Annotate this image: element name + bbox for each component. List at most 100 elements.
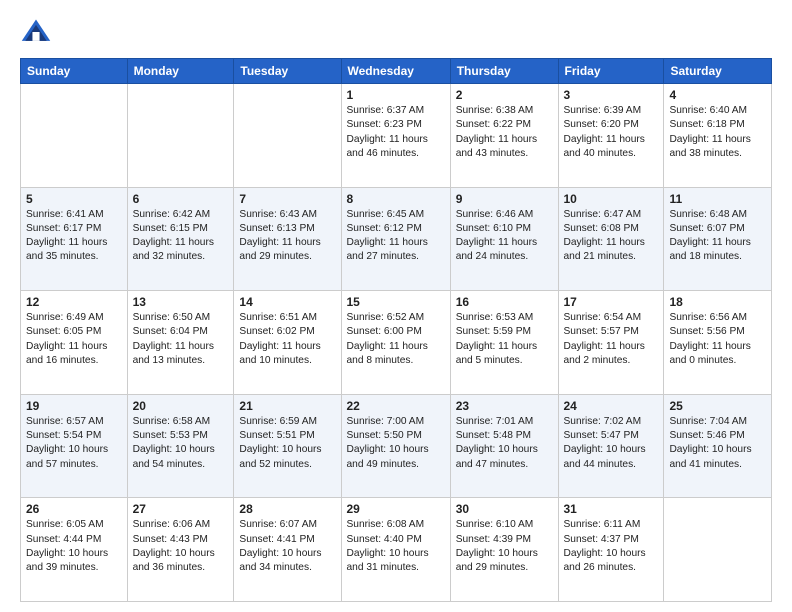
calendar-cell: 2 Sunrise: 6:38 AM Sunset: 6:22 PM Daylig… <box>450 84 558 188</box>
day-info: Sunrise: 6:58 AM Sunset: 5:53 PM Dayligh… <box>133 415 229 472</box>
day-info: Sunrise: 6:49 AM Sunset: 6:05 PM Dayligh… <box>26 311 122 368</box>
calendar-day-header: Friday <box>558 59 664 84</box>
calendar-cell: 3 Sunrise: 6:39 AM Sunset: 6:20 PM Daylig… <box>558 84 664 188</box>
logo <box>20 16 56 48</box>
calendar-cell: 16 Sunrise: 6:53 AM Sunset: 5:59 PM Dayli… <box>450 291 558 395</box>
day-info: Sunrise: 6:40 AM Sunset: 6:18 PM Dayligh… <box>669 104 766 161</box>
calendar-cell: 11 Sunrise: 6:48 AM Sunset: 6:07 PM Dayli… <box>664 187 772 291</box>
day-info: Sunrise: 6:39 AM Sunset: 6:20 PM Dayligh… <box>564 104 659 161</box>
day-number: 28 <box>239 502 335 516</box>
day-info: Sunrise: 6:10 AM Sunset: 4:39 PM Dayligh… <box>456 518 553 575</box>
page: SundayMondayTuesdayWednesdayThursdayFrid… <box>0 0 792 612</box>
day-number: 20 <box>133 399 229 413</box>
calendar-cell: 6Sunrise: 6:42 AM Sunset: 6:15 PM Daylig… <box>127 187 234 291</box>
calendar-cell: 21 Sunrise: 6:59 AM Sunset: 5:51 PM Dayli… <box>234 394 341 498</box>
calendar-cell: 25 Sunrise: 7:04 AM Sunset: 5:46 PM Dayli… <box>664 394 772 498</box>
day-info: Sunrise: 6:54 AM Sunset: 5:57 PM Dayligh… <box>564 311 659 368</box>
calendar-cell: 14 Sunrise: 6:51 AM Sunset: 6:02 PM Dayli… <box>234 291 341 395</box>
calendar-cell: 19 Sunrise: 6:57 AM Sunset: 5:54 PM Dayli… <box>21 394 128 498</box>
day-number: 11 <box>669 192 766 206</box>
calendar-cell: 22 Sunrise: 7:00 AM Sunset: 5:50 PM Dayli… <box>341 394 450 498</box>
logo-icon <box>20 16 52 48</box>
day-number: 26 <box>26 502 122 516</box>
calendar-day-header: Sunday <box>21 59 128 84</box>
day-info: Sunrise: 6:42 AM Sunset: 6:15 PM Dayligh… <box>133 208 229 265</box>
calendar-cell: 31 Sunrise: 6:11 AM Sunset: 4:37 PM Dayli… <box>558 498 664 602</box>
day-number: 2 <box>456 88 553 102</box>
day-number: 25 <box>669 399 766 413</box>
day-info: Sunrise: 6:47 AM Sunset: 6:08 PM Dayligh… <box>564 208 659 265</box>
day-info: Sunrise: 6:46 AM Sunset: 6:10 PM Dayligh… <box>456 208 553 265</box>
calendar-table: SundayMondayTuesdayWednesdayThursdayFrid… <box>20 58 772 602</box>
calendar-day-header: Saturday <box>664 59 772 84</box>
calendar-cell: 17 Sunrise: 6:54 AM Sunset: 5:57 PM Dayli… <box>558 291 664 395</box>
day-info: Sunrise: 6:38 AM Sunset: 6:22 PM Dayligh… <box>456 104 553 161</box>
day-number: 18 <box>669 295 766 309</box>
day-info: Sunrise: 7:00 AM Sunset: 5:50 PM Dayligh… <box>347 415 445 472</box>
day-number: 10 <box>564 192 659 206</box>
calendar-cell: 20 Sunrise: 6:58 AM Sunset: 5:53 PM Dayli… <box>127 394 234 498</box>
day-number: 7 <box>239 192 335 206</box>
day-number: 17 <box>564 295 659 309</box>
day-number: 27 <box>133 502 229 516</box>
day-info: Sunrise: 6:11 AM Sunset: 4:37 PM Dayligh… <box>564 518 659 575</box>
day-number: 24 <box>564 399 659 413</box>
day-number: 29 <box>347 502 445 516</box>
calendar-week-row: 26 Sunrise: 6:05 AM Sunset: 4:44 PM Dayli… <box>21 498 772 602</box>
day-info: Sunrise: 6:59 AM Sunset: 5:51 PM Dayligh… <box>239 415 335 472</box>
day-number: 4 <box>669 88 766 102</box>
calendar-week-row: 12 Sunrise: 6:49 AM Sunset: 6:05 PM Dayli… <box>21 291 772 395</box>
header <box>20 16 772 48</box>
day-info: Sunrise: 6:56 AM Sunset: 5:56 PM Dayligh… <box>669 311 766 368</box>
calendar-cell: 9 Sunrise: 6:46 AM Sunset: 6:10 PM Daylig… <box>450 187 558 291</box>
calendar-week-row: 1Sunrise: 6:37 AM Sunset: 6:23 PM Daylig… <box>21 84 772 188</box>
calendar-cell: 12 Sunrise: 6:49 AM Sunset: 6:05 PM Dayli… <box>21 291 128 395</box>
calendar-cell: 7 Sunrise: 6:43 AM Sunset: 6:13 PM Daylig… <box>234 187 341 291</box>
calendar-cell: 24 Sunrise: 7:02 AM Sunset: 5:47 PM Dayli… <box>558 394 664 498</box>
day-info: Sunrise: 6:52 AM Sunset: 6:00 PM Dayligh… <box>347 311 445 368</box>
day-number: 5 <box>26 192 122 206</box>
day-info: Sunrise: 6:51 AM Sunset: 6:02 PM Dayligh… <box>239 311 335 368</box>
calendar-week-row: 19 Sunrise: 6:57 AM Sunset: 5:54 PM Dayli… <box>21 394 772 498</box>
calendar-day-header: Wednesday <box>341 59 450 84</box>
day-number: 3 <box>564 88 659 102</box>
day-info: Sunrise: 6:05 AM Sunset: 4:44 PM Dayligh… <box>26 518 122 575</box>
calendar-cell: 15Sunrise: 6:52 AM Sunset: 6:00 PM Dayli… <box>341 291 450 395</box>
day-info: Sunrise: 6:53 AM Sunset: 5:59 PM Dayligh… <box>456 311 553 368</box>
day-number: 14 <box>239 295 335 309</box>
day-info: Sunrise: 7:01 AM Sunset: 5:48 PM Dayligh… <box>456 415 553 472</box>
calendar-cell <box>21 84 128 188</box>
day-number: 12 <box>26 295 122 309</box>
day-number: 9 <box>456 192 553 206</box>
day-info: Sunrise: 7:04 AM Sunset: 5:46 PM Dayligh… <box>669 415 766 472</box>
calendar-cell: 4 Sunrise: 6:40 AM Sunset: 6:18 PM Daylig… <box>664 84 772 188</box>
day-number: 23 <box>456 399 553 413</box>
calendar-cell <box>127 84 234 188</box>
calendar-header-row: SundayMondayTuesdayWednesdayThursdayFrid… <box>21 59 772 84</box>
calendar-cell: 23 Sunrise: 7:01 AM Sunset: 5:48 PM Dayli… <box>450 394 558 498</box>
day-number: 13 <box>133 295 229 309</box>
day-info: Sunrise: 6:07 AM Sunset: 4:41 PM Dayligh… <box>239 518 335 575</box>
calendar-cell: 26 Sunrise: 6:05 AM Sunset: 4:44 PM Dayli… <box>21 498 128 602</box>
calendar-day-header: Thursday <box>450 59 558 84</box>
day-number: 31 <box>564 502 659 516</box>
calendar-cell: 30Sunrise: 6:10 AM Sunset: 4:39 PM Dayli… <box>450 498 558 602</box>
calendar-cell: 1Sunrise: 6:37 AM Sunset: 6:23 PM Daylig… <box>341 84 450 188</box>
calendar-cell: 29Sunrise: 6:08 AM Sunset: 4:40 PM Dayli… <box>341 498 450 602</box>
calendar-cell: 8Sunrise: 6:45 AM Sunset: 6:12 PM Daylig… <box>341 187 450 291</box>
day-info: Sunrise: 6:50 AM Sunset: 6:04 PM Dayligh… <box>133 311 229 368</box>
day-info: Sunrise: 6:06 AM Sunset: 4:43 PM Dayligh… <box>133 518 229 575</box>
calendar-cell: 28 Sunrise: 6:07 AM Sunset: 4:41 PM Dayli… <box>234 498 341 602</box>
day-info: Sunrise: 6:48 AM Sunset: 6:07 PM Dayligh… <box>669 208 766 265</box>
day-number: 22 <box>347 399 445 413</box>
day-number: 16 <box>456 295 553 309</box>
calendar-cell: 13 Sunrise: 6:50 AM Sunset: 6:04 PM Dayli… <box>127 291 234 395</box>
day-info: Sunrise: 6:37 AM Sunset: 6:23 PM Dayligh… <box>347 104 445 161</box>
day-info: Sunrise: 6:43 AM Sunset: 6:13 PM Dayligh… <box>239 208 335 265</box>
day-info: Sunrise: 7:02 AM Sunset: 5:47 PM Dayligh… <box>564 415 659 472</box>
day-info: Sunrise: 6:57 AM Sunset: 5:54 PM Dayligh… <box>26 415 122 472</box>
calendar-cell: 18 Sunrise: 6:56 AM Sunset: 5:56 PM Dayli… <box>664 291 772 395</box>
calendar-week-row: 5Sunrise: 6:41 AM Sunset: 6:17 PM Daylig… <box>21 187 772 291</box>
day-number: 19 <box>26 399 122 413</box>
day-number: 21 <box>239 399 335 413</box>
